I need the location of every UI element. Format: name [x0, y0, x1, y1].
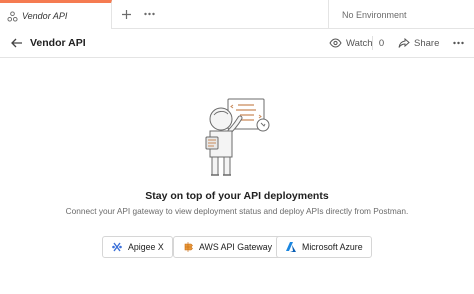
watch-count[interactable]: 0: [372, 36, 390, 50]
apigee-x-label: Apigee X: [128, 242, 164, 252]
tab-bar: Vendor API No Environment: [0, 0, 474, 29]
environment-selector[interactable]: No Environment: [328, 0, 474, 29]
empty-state-heading: Stay on top of your API deployments: [145, 190, 329, 202]
microsoft-azure-button[interactable]: Microsoft Azure: [276, 236, 372, 258]
api-icon: [7, 10, 18, 22]
tab-label: Vendor API: [22, 11, 68, 21]
share-button[interactable]: Share: [398, 36, 439, 50]
more-horizontal-icon: [452, 41, 464, 45]
apigee-icon: [111, 241, 123, 253]
new-tab-button[interactable]: [117, 5, 135, 23]
microsoft-azure-label: Microsoft Azure: [302, 242, 363, 252]
back-button[interactable]: [10, 36, 24, 50]
azure-icon: [285, 241, 297, 253]
share-label: Share: [414, 37, 440, 49]
eye-icon: [329, 38, 342, 48]
plus-icon: [121, 9, 132, 20]
aws-api-gateway-button[interactable]: AWS API Gateway: [173, 236, 282, 258]
page-header: Vendor API Watch 0 Share: [0, 29, 474, 58]
more-horizontal-icon: [143, 12, 155, 16]
share-icon: [398, 37, 410, 49]
arrow-left-icon: [10, 36, 24, 50]
aws-icon: [182, 241, 194, 253]
environment-label: No Environment: [342, 9, 407, 20]
page-title: Vendor API: [30, 37, 86, 49]
aws-api-gateway-label: AWS API Gateway: [199, 242, 273, 252]
tab-options-button[interactable]: [140, 5, 158, 23]
watch-label: Watch: [346, 37, 373, 49]
watch-button[interactable]: Watch: [329, 36, 373, 50]
empty-state-description: Connect your API gateway to view deploym…: [65, 206, 409, 216]
tab-vendor-api[interactable]: Vendor API: [0, 0, 112, 29]
astronaut-illustration: [200, 95, 280, 181]
apigee-x-button[interactable]: Apigee X: [102, 236, 173, 258]
more-options-button[interactable]: [451, 36, 465, 50]
